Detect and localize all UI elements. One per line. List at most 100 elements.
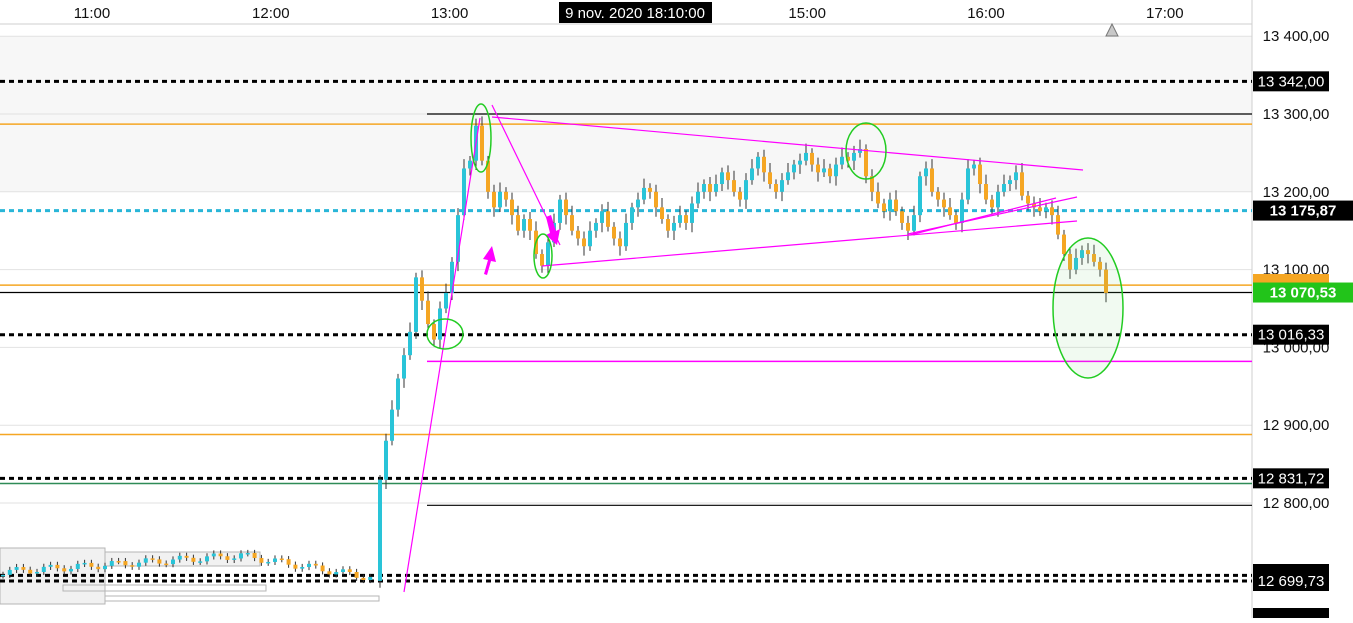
candle-body: [1050, 207, 1054, 216]
candle-body: [576, 230, 580, 239]
candle-body: [89, 562, 94, 567]
candle-body: [327, 571, 332, 575]
candle-body: [378, 479, 382, 581]
candle-body: [191, 557, 196, 562]
candle-body: [648, 187, 652, 192]
price-chart[interactable]: 11:00 12:00 13:00 15:00 16:00 17:00 9 nov. 202…: [0, 0, 1353, 620]
candle-body: [498, 191, 502, 208]
candle-body: [732, 180, 736, 192]
candle-body: [354, 571, 359, 578]
candle-body: [116, 561, 121, 563]
candle-body: [756, 156, 760, 169]
candle-body: [307, 563, 311, 568]
candle-body: [912, 215, 916, 231]
candle-body: [942, 199, 946, 208]
candle-body: [702, 184, 706, 192]
time-marker-icon: [1105, 22, 1119, 37]
candle-body: [654, 191, 658, 208]
candle-body: [708, 184, 712, 192]
price-tag-hidden: [1253, 608, 1329, 620]
candle-body: [966, 168, 970, 200]
candle-body: [678, 215, 682, 223]
candle-body: [62, 568, 67, 572]
price-tick-label: 13 200,00: [1263, 184, 1330, 201]
candle-body: [14, 567, 19, 570]
candle-body: [918, 176, 922, 216]
candle-body: [198, 561, 203, 563]
candle-body: [313, 563, 318, 566]
price-tag-label: 13 070,53: [1270, 285, 1337, 302]
chart-area[interactable]: 11:00 12:00 13:00 15:00 16:00 17:00 9 nov. 202…: [0, 0, 1353, 620]
candle-body: [1020, 172, 1024, 196]
price-tag-label: 12 699,73: [1258, 573, 1325, 590]
candle-body: [218, 553, 223, 557]
candle-body: [780, 180, 784, 192]
candle-body: [438, 308, 442, 340]
candle-body: [75, 563, 80, 569]
magenta-arrow-icon: [483, 246, 496, 275]
candle-body: [28, 569, 33, 574]
candle-body: [522, 219, 526, 231]
candle-body: [738, 191, 742, 200]
candle-body: [300, 567, 305, 569]
candle-body: [882, 203, 886, 212]
candle-body: [225, 556, 230, 560]
candle-body: [600, 211, 604, 223]
candle-body: [852, 152, 856, 161]
candle-body: [570, 215, 574, 231]
candle-body: [245, 552, 250, 555]
volume-profile-box: [0, 547, 106, 605]
candle-body: [1044, 207, 1048, 212]
price-tag-label: 12 831,72: [1258, 470, 1325, 487]
time-tick-label: 16:00: [967, 5, 1005, 22]
price-tag-label: 13 016,33: [1258, 327, 1325, 344]
candle-body: [286, 559, 291, 565]
candle-body: [720, 172, 724, 185]
candle-body: [1062, 234, 1066, 255]
candle-body: [368, 577, 373, 580]
time-tick-label: 15:00: [788, 5, 826, 22]
candle-body: [103, 565, 107, 570]
candle-body: [894, 199, 898, 212]
candle-body: [259, 558, 264, 563]
candle-body: [35, 571, 39, 574]
time-tick-label: 12:00: [252, 5, 290, 22]
candle-body: [69, 568, 73, 572]
candle-body: [279, 558, 284, 561]
candle-body: [150, 558, 155, 560]
candle-body: [888, 199, 892, 212]
candle-body: [432, 324, 436, 340]
candle-body: [137, 562, 141, 567]
candle-body: [420, 277, 424, 301]
price-tick-label: 12 800,00: [1263, 495, 1330, 512]
candle-body: [123, 561, 128, 566]
candle-body: [390, 409, 394, 441]
candle-body: [960, 199, 964, 223]
candle-body: [82, 562, 87, 565]
highlight-ellipse: [1052, 237, 1124, 379]
candle-body: [408, 331, 412, 356]
candle-body: [978, 164, 982, 185]
candle-body: [786, 172, 790, 181]
candle-body: [774, 184, 778, 192]
candle-body: [1002, 184, 1006, 192]
volume-profile-box: [104, 595, 380, 602]
candle-body: [177, 555, 182, 560]
candle-body: [972, 164, 976, 169]
time-tick-label: 11:00: [74, 5, 110, 22]
candle-body: [984, 184, 988, 200]
candle-body: [266, 561, 271, 564]
candle-body: [876, 191, 880, 204]
candle-body: [492, 191, 496, 208]
candle-body: [48, 564, 53, 567]
candle-body: [21, 567, 26, 570]
candle-body: [792, 164, 796, 173]
candle-body: [171, 559, 175, 565]
candle-body: [414, 277, 418, 332]
candle-body: [293, 564, 298, 569]
candle-body: [804, 152, 808, 161]
candle-body: [232, 558, 237, 560]
candle-body: [714, 184, 718, 192]
candle-body: [606, 211, 610, 227]
candle-body: [624, 222, 628, 247]
